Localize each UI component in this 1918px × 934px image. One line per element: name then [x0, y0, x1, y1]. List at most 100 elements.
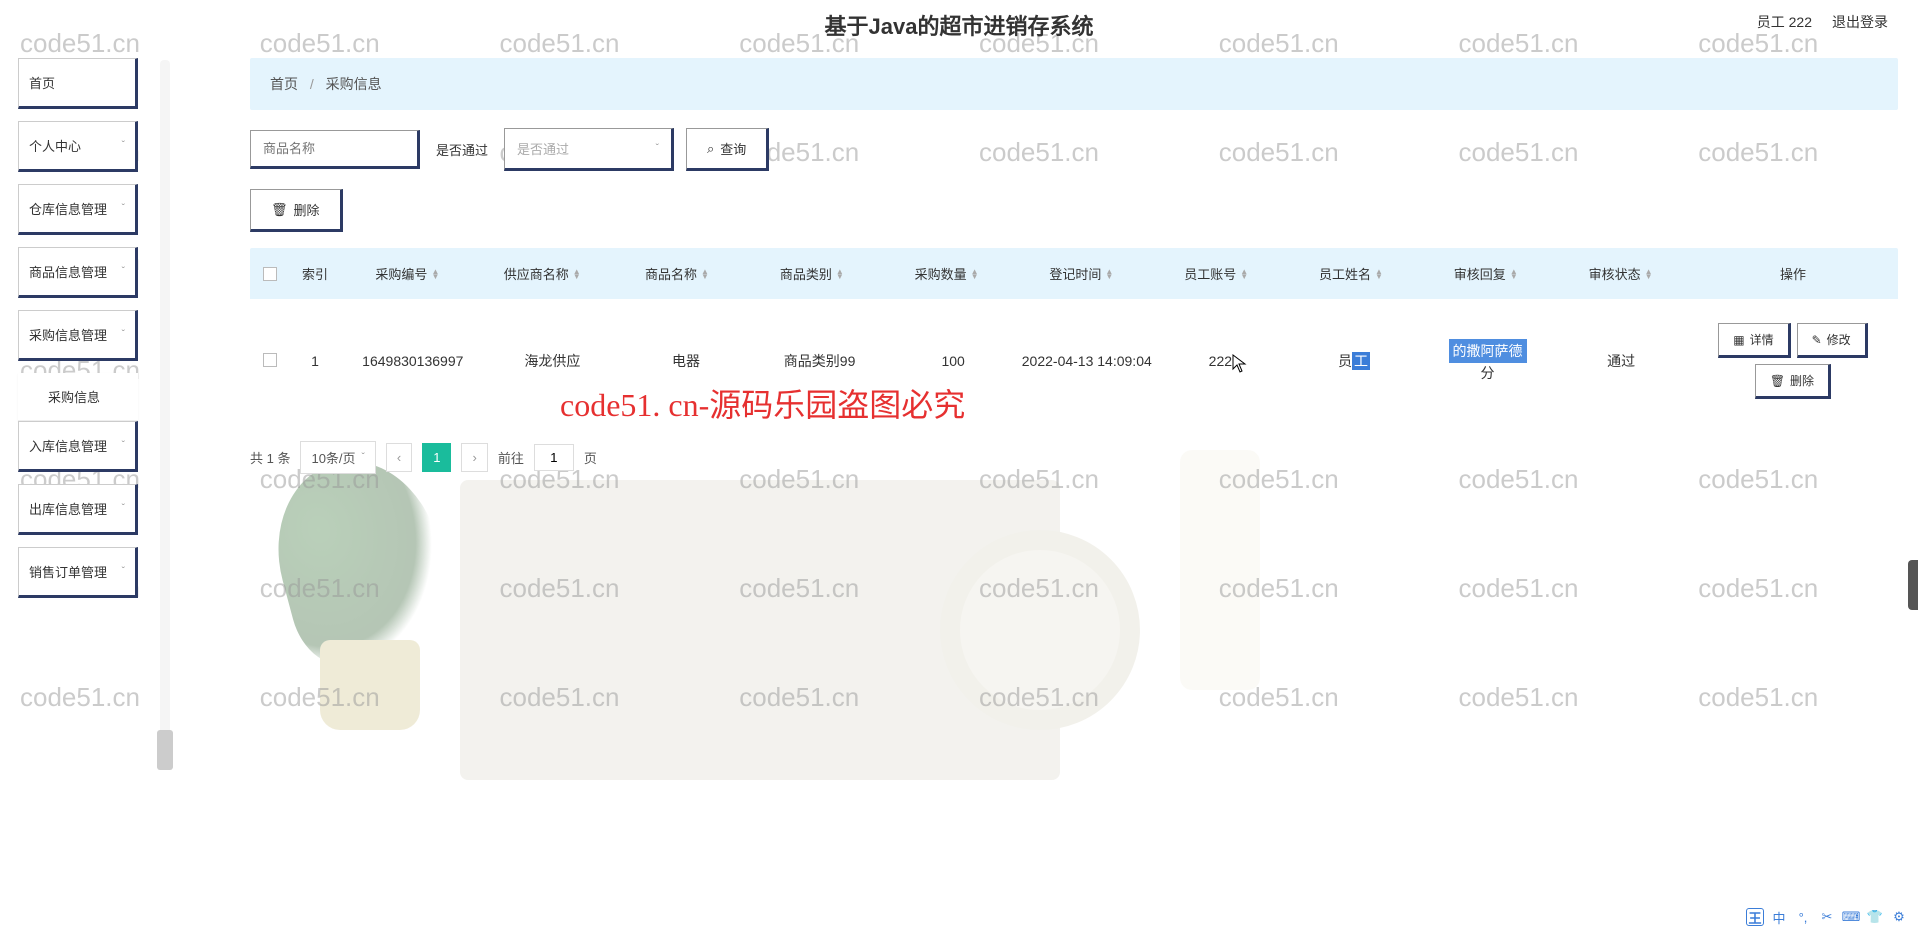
list-icon: ▦ — [1733, 333, 1744, 347]
sidebar-item-home[interactable]: 首页 — [18, 58, 138, 109]
table-header: 索引 采购编号▲▼ 供应商名称▲▼ 商品名称▲▼ 商品类别▲▼ 采购数量▲▼ 登… — [250, 248, 1898, 299]
detail-button[interactable]: ▦详情 — [1718, 323, 1790, 358]
pagination-total: 共 1 条 — [250, 448, 290, 467]
pagination: 共 1 条 10条/页ˇ ‹ 1 › 前往 页 — [250, 441, 1898, 474]
chevron-down-icon: ˇ — [122, 440, 125, 451]
sidebar-item-purchase-info[interactable]: 采购信息 — [18, 373, 138, 421]
sidebar-divider — [160, 60, 170, 760]
user-label[interactable]: 员工 222 — [1757, 12, 1812, 32]
sidebar-item-profile[interactable]: 个人中心 ˇ — [18, 121, 138, 172]
chevron-down-icon: ˇ — [656, 143, 659, 154]
col-index: 索引 — [290, 264, 340, 283]
right-drawer-handle[interactable] — [1908, 560, 1918, 610]
sidebar-item-inbound[interactable]: 入库信息管理 ˇ — [18, 421, 138, 472]
goto-page-input[interactable] — [534, 444, 574, 471]
edit-button[interactable]: ✎修改 — [1797, 323, 1868, 358]
query-button-label: 查询 — [720, 139, 746, 158]
prev-page-button[interactable]: ‹ — [386, 443, 412, 472]
breadcrumb-home[interactable]: 首页 — [270, 76, 298, 92]
cell-index: 1 — [290, 353, 340, 369]
chevron-down-icon: ˇ — [122, 266, 125, 277]
pass-select[interactable]: 是否通过 ˇ — [504, 128, 674, 171]
select-all-checkbox[interactable] — [263, 267, 277, 281]
product-name-input[interactable] — [250, 130, 420, 169]
col-product-cat[interactable]: 商品类别▲▼ — [744, 264, 879, 283]
cell-purchase-no: 1649830136997 — [340, 353, 486, 369]
sidebar-item-label: 采购信息管理 — [29, 325, 107, 344]
logout-link[interactable]: 退出登录 — [1832, 12, 1888, 32]
sidebar-item-warehouse[interactable]: 仓库信息管理ˇ — [18, 184, 138, 235]
breadcrumb-sep: / — [310, 76, 314, 92]
ime-gear-icon[interactable]: ⚙ — [1890, 908, 1908, 926]
header: 基于Java的超市进销存系统 员工 222 退出登录 — [0, 0, 1918, 50]
sidebar-item-label: 个人中心 — [29, 136, 81, 155]
sort-icon: ▲▼ — [1240, 269, 1248, 279]
sidebar-item-label: 商品信息管理 — [29, 262, 107, 281]
goto-suffix: 页 — [584, 448, 597, 467]
sidebar-item-outbound[interactable]: 出库信息管理ˇ — [18, 484, 138, 535]
sidebar-item-label: 首页 — [29, 73, 55, 92]
chevron-down-icon: ˇ — [122, 566, 125, 577]
edit-icon: ✎ — [1812, 333, 1822, 347]
col-emp-account[interactable]: 员工账号▲▼ — [1149, 264, 1284, 283]
cell-review-status: 通过 — [1554, 351, 1688, 371]
sidebar: 首页 个人中心 ˇ 仓库信息管理ˇ 商品信息管理 ˇ 采购信息管理 ˇ 采购信息 入库… — [18, 58, 138, 610]
col-quantity[interactable]: 采购数量▲▼ — [879, 264, 1014, 283]
sort-icon: ▲▼ — [573, 269, 581, 279]
pass-label: 是否通过 — [432, 140, 492, 159]
cell-emp-account: 222 — [1154, 353, 1288, 369]
ime-scissors-icon[interactable]: ✂ — [1818, 908, 1836, 926]
main-content: 首页 / 采购信息 是否通过 是否通过 ˇ ⌕ 查询 🗑 删除 — [250, 58, 1898, 924]
data-table: 索引 采购编号▲▼ 供应商名称▲▼ 商品名称▲▼ 商品类别▲▼ 采购数量▲▼ 登… — [250, 248, 1898, 423]
chevron-down-icon: ˇ — [122, 503, 125, 514]
ime-keyboard-icon[interactable]: ⌨ — [1842, 908, 1860, 926]
page-size-select[interactable]: 10条/页ˇ — [300, 441, 375, 474]
col-purchase-no[interactable]: 采购编号▲▼ — [340, 264, 475, 283]
chevron-down-icon: ˇ — [122, 203, 125, 214]
col-operation: 操作 — [1688, 264, 1898, 283]
sidebar-collapse-handle[interactable] — [157, 730, 173, 770]
sort-icon: ▲▼ — [1105, 269, 1113, 279]
query-button[interactable]: ⌕ 查询 — [686, 128, 769, 171]
cell-supplier: 海龙供应 — [486, 351, 620, 371]
goto-prefix: 前往 — [498, 448, 524, 467]
col-review-reply[interactable]: 审核回复▲▼ — [1418, 264, 1553, 283]
ime-shirt-icon[interactable]: 👕 — [1866, 908, 1884, 926]
sidebar-item-purchase[interactable]: 采购信息管理 ˇ — [18, 310, 138, 361]
next-page-button[interactable]: › — [461, 443, 487, 472]
sort-icon: ▲▼ — [836, 269, 844, 279]
chevron-down-icon: ˇ — [122, 140, 125, 151]
page-number-button[interactable]: 1 — [422, 443, 451, 472]
cell-product-name: 电器 — [619, 351, 753, 371]
table-row: 1 1649830136997 海龙供应 电器 商品类别99 100 2022-… — [250, 299, 1898, 423]
sidebar-item-label: 销售订单管理 — [29, 562, 107, 581]
ime-punct-icon[interactable]: °, — [1794, 908, 1812, 926]
col-supplier[interactable]: 供应商名称▲▼ — [475, 264, 610, 283]
cell-review-reply: 的撒阿萨德分 — [1421, 339, 1555, 383]
row-checkbox[interactable] — [263, 353, 277, 367]
cell-quantity: 100 — [886, 353, 1020, 369]
chevron-down-icon: ˇ — [122, 329, 125, 340]
col-emp-name[interactable]: 员工姓名▲▼ — [1284, 264, 1419, 283]
sort-icon: ▲▼ — [971, 269, 979, 279]
breadcrumb-current: 采购信息 — [326, 76, 382, 92]
cell-reg-time: 2022-04-13 14:09:04 — [1020, 353, 1154, 369]
chevron-down-icon: ˇ — [362, 452, 365, 463]
col-review-status[interactable]: 审核状态▲▼ — [1553, 264, 1688, 283]
col-product-name[interactable]: 商品名称▲▼ — [610, 264, 745, 283]
sort-icon: ▲▼ — [1510, 269, 1518, 279]
ime-lang-icon[interactable]: 中 — [1770, 908, 1788, 926]
sort-icon: ▲▼ — [1375, 269, 1383, 279]
row-delete-button[interactable]: 🗑删除 — [1755, 364, 1831, 399]
col-reg-time[interactable]: 登记时间▲▼ — [1014, 264, 1149, 283]
sidebar-item-product[interactable]: 商品信息管理 ˇ — [18, 247, 138, 298]
delete-button-label: 删除 — [294, 200, 320, 219]
ime-icon[interactable]: 王 — [1746, 908, 1764, 926]
sidebar-item-label: 入库信息管理 — [29, 436, 107, 455]
cell-product-cat: 商品类别99 — [753, 351, 887, 371]
bulk-delete-button[interactable]: 🗑 删除 — [250, 189, 343, 232]
trash-icon: 🗑 — [271, 202, 288, 218]
breadcrumb: 首页 / 采购信息 — [250, 58, 1898, 110]
sidebar-item-label: 采购信息 — [48, 387, 100, 406]
sidebar-item-sales[interactable]: 销售订单管理 ˇ — [18, 547, 138, 598]
